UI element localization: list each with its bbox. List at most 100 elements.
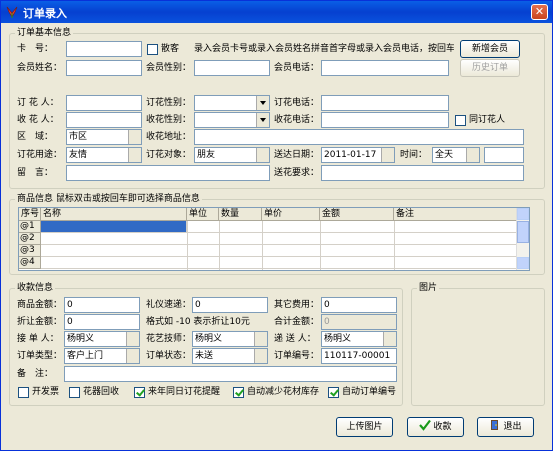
- chevron-down-icon[interactable]: [381, 148, 394, 162]
- auto-number-checkbox[interactable]: [328, 387, 339, 398]
- auto-number-label: 自动订单编号: [342, 387, 397, 397]
- table-row[interactable]: [187, 221, 517, 233]
- recycle-label: 花器回收: [83, 387, 120, 397]
- column-header[interactable]: 数量: [219, 208, 262, 221]
- scroll-thumb[interactable]: [517, 221, 529, 243]
- time-detail-input[interactable]: [484, 147, 524, 163]
- gift-fee-input[interactable]: 0: [192, 297, 268, 313]
- goods-amount-input[interactable]: 0: [64, 297, 140, 313]
- order-type-label: 订单类型：: [17, 351, 63, 361]
- orderer-phone-input[interactable]: [321, 95, 449, 111]
- chevron-down-icon[interactable]: [256, 148, 269, 162]
- chevron-down-icon[interactable]: [254, 349, 267, 363]
- discount-label: 折让金额：: [17, 317, 63, 327]
- chevron-down-icon[interactable]: [128, 130, 141, 144]
- new-member-button[interactable]: 新增会员: [460, 40, 520, 58]
- target-label: 订花对象：: [146, 150, 192, 160]
- table-row[interactable]: [41, 257, 517, 269]
- receptionist-label: 接 单 人：: [17, 334, 59, 344]
- scroll-down-button[interactable]: [517, 257, 529, 269]
- upload-picture-button[interactable]: 上传图片: [336, 417, 393, 437]
- orderer-phone-label: 订花电话：: [274, 98, 320, 108]
- upload-picture-label: 上传图片: [346, 422, 383, 432]
- row-header[interactable]: @1: [19, 221, 41, 233]
- payment-legend: 收款信息: [15, 282, 56, 294]
- column-header[interactable]: 单位: [187, 208, 219, 221]
- requirement-input[interactable]: [321, 165, 524, 181]
- table-row[interactable]: [41, 233, 517, 245]
- column-header[interactable]: 序号: [19, 208, 41, 221]
- address-input[interactable]: [194, 129, 524, 145]
- invoice-label: 开发票: [32, 387, 60, 397]
- history-orders-button[interactable]: 历史订单: [460, 59, 520, 77]
- column-header[interactable]: 金额: [320, 208, 394, 221]
- order-status-label: 订单状态：: [146, 351, 192, 361]
- receiver-label: 收 花 人：: [17, 115, 59, 125]
- scroll-up-button[interactable]: [517, 208, 529, 220]
- message-input[interactable]: [66, 165, 270, 181]
- row-header[interactable]: @2: [19, 233, 41, 245]
- receiver-gender-select[interactable]: [194, 112, 270, 128]
- selected-cell[interactable]: [41, 221, 187, 233]
- title-bar[interactable]: 订单录入 ✕: [1, 1, 552, 23]
- receiver-input[interactable]: [66, 112, 142, 128]
- exit-door-icon: [491, 420, 499, 430]
- goods-table[interactable]: 序号 名称 单位 数量 单价 金额 备注 @1 @2 @3 @4: [18, 207, 530, 271]
- gift-fee-label: 礼仪速递：: [146, 300, 192, 310]
- area-label: 区 域：: [17, 132, 54, 142]
- row-header[interactable]: @3: [19, 245, 41, 257]
- retail-checkbox[interactable]: [147, 44, 158, 55]
- collect-payment-label: 收款: [433, 422, 452, 432]
- member-phone-input[interactable]: [321, 60, 449, 76]
- goods-amount-label: 商品金额：: [17, 300, 63, 310]
- order-entry-window: 订单录入 ✕ 订单基本信息 卡 号： 散客 录入会员卡号或录入会员姓名拼音首字母…: [0, 0, 553, 451]
- orderer-input[interactable]: [66, 95, 142, 111]
- time-label: 时间：: [400, 150, 428, 160]
- row-header[interactable]: @4: [19, 257, 41, 269]
- chevron-down-icon[interactable]: [256, 96, 269, 110]
- member-gender-input[interactable]: [194, 60, 270, 76]
- basic-info-legend: 订单基本信息: [15, 27, 74, 39]
- collect-payment-button[interactable]: 收款: [407, 417, 464, 437]
- chevron-down-icon[interactable]: [256, 113, 269, 127]
- order-no-label: 订单编号：: [274, 351, 320, 361]
- florist-label: 花艺技师：: [146, 334, 192, 344]
- column-header[interactable]: 单价: [262, 208, 320, 221]
- table-row[interactable]: [41, 245, 517, 257]
- chevron-down-icon[interactable]: [126, 349, 139, 363]
- orderer-gender-label: 订花性别：: [146, 98, 192, 108]
- same-as-orderer-checkbox[interactable]: [455, 115, 466, 126]
- order-no-input[interactable]: 110117-00001: [321, 348, 397, 364]
- card-no-input[interactable]: [66, 41, 142, 57]
- reminder-label: 来年同日订花提醒: [148, 387, 221, 397]
- reminder-checkbox[interactable]: [134, 387, 145, 398]
- deliverer-label: 递 送 人：: [274, 334, 316, 344]
- exit-button[interactable]: 退出: [477, 417, 534, 437]
- chevron-down-icon[interactable]: [466, 148, 479, 162]
- receiver-phone-input[interactable]: [321, 112, 449, 128]
- orderer-gender-select[interactable]: [194, 95, 270, 111]
- chevron-down-icon[interactable]: [383, 332, 396, 346]
- reduce-stock-checkbox[interactable]: [233, 387, 244, 398]
- purpose-label: 订花用途：: [17, 150, 63, 160]
- recycle-checkbox[interactable]: [69, 387, 80, 398]
- discount-input[interactable]: 0: [64, 314, 140, 330]
- chevron-down-icon[interactable]: [128, 148, 141, 162]
- chevron-down-icon[interactable]: [126, 332, 139, 346]
- close-button[interactable]: ✕: [531, 4, 548, 20]
- chevron-down-icon[interactable]: [254, 332, 267, 346]
- column-header[interactable]: 备注: [394, 208, 517, 221]
- member-name-input[interactable]: [66, 60, 142, 76]
- remark-input[interactable]: [64, 366, 397, 382]
- invoice-checkbox[interactable]: [18, 387, 29, 398]
- requirement-label: 送花要求：: [274, 168, 320, 178]
- discount-hint: 格式如 -10 表示折让10元: [146, 317, 250, 327]
- other-fee-input[interactable]: 0: [321, 297, 397, 313]
- reduce-stock-label: 自动减少花材库存: [247, 387, 320, 397]
- exit-label: 退出: [503, 422, 522, 432]
- column-header[interactable]: 名称: [41, 208, 187, 221]
- app-flower-icon: [6, 6, 18, 18]
- vertical-scrollbar[interactable]: [516, 208, 529, 270]
- address-label: 收花地址：: [146, 132, 192, 142]
- receiver-phone-label: 收花电话：: [274, 115, 320, 125]
